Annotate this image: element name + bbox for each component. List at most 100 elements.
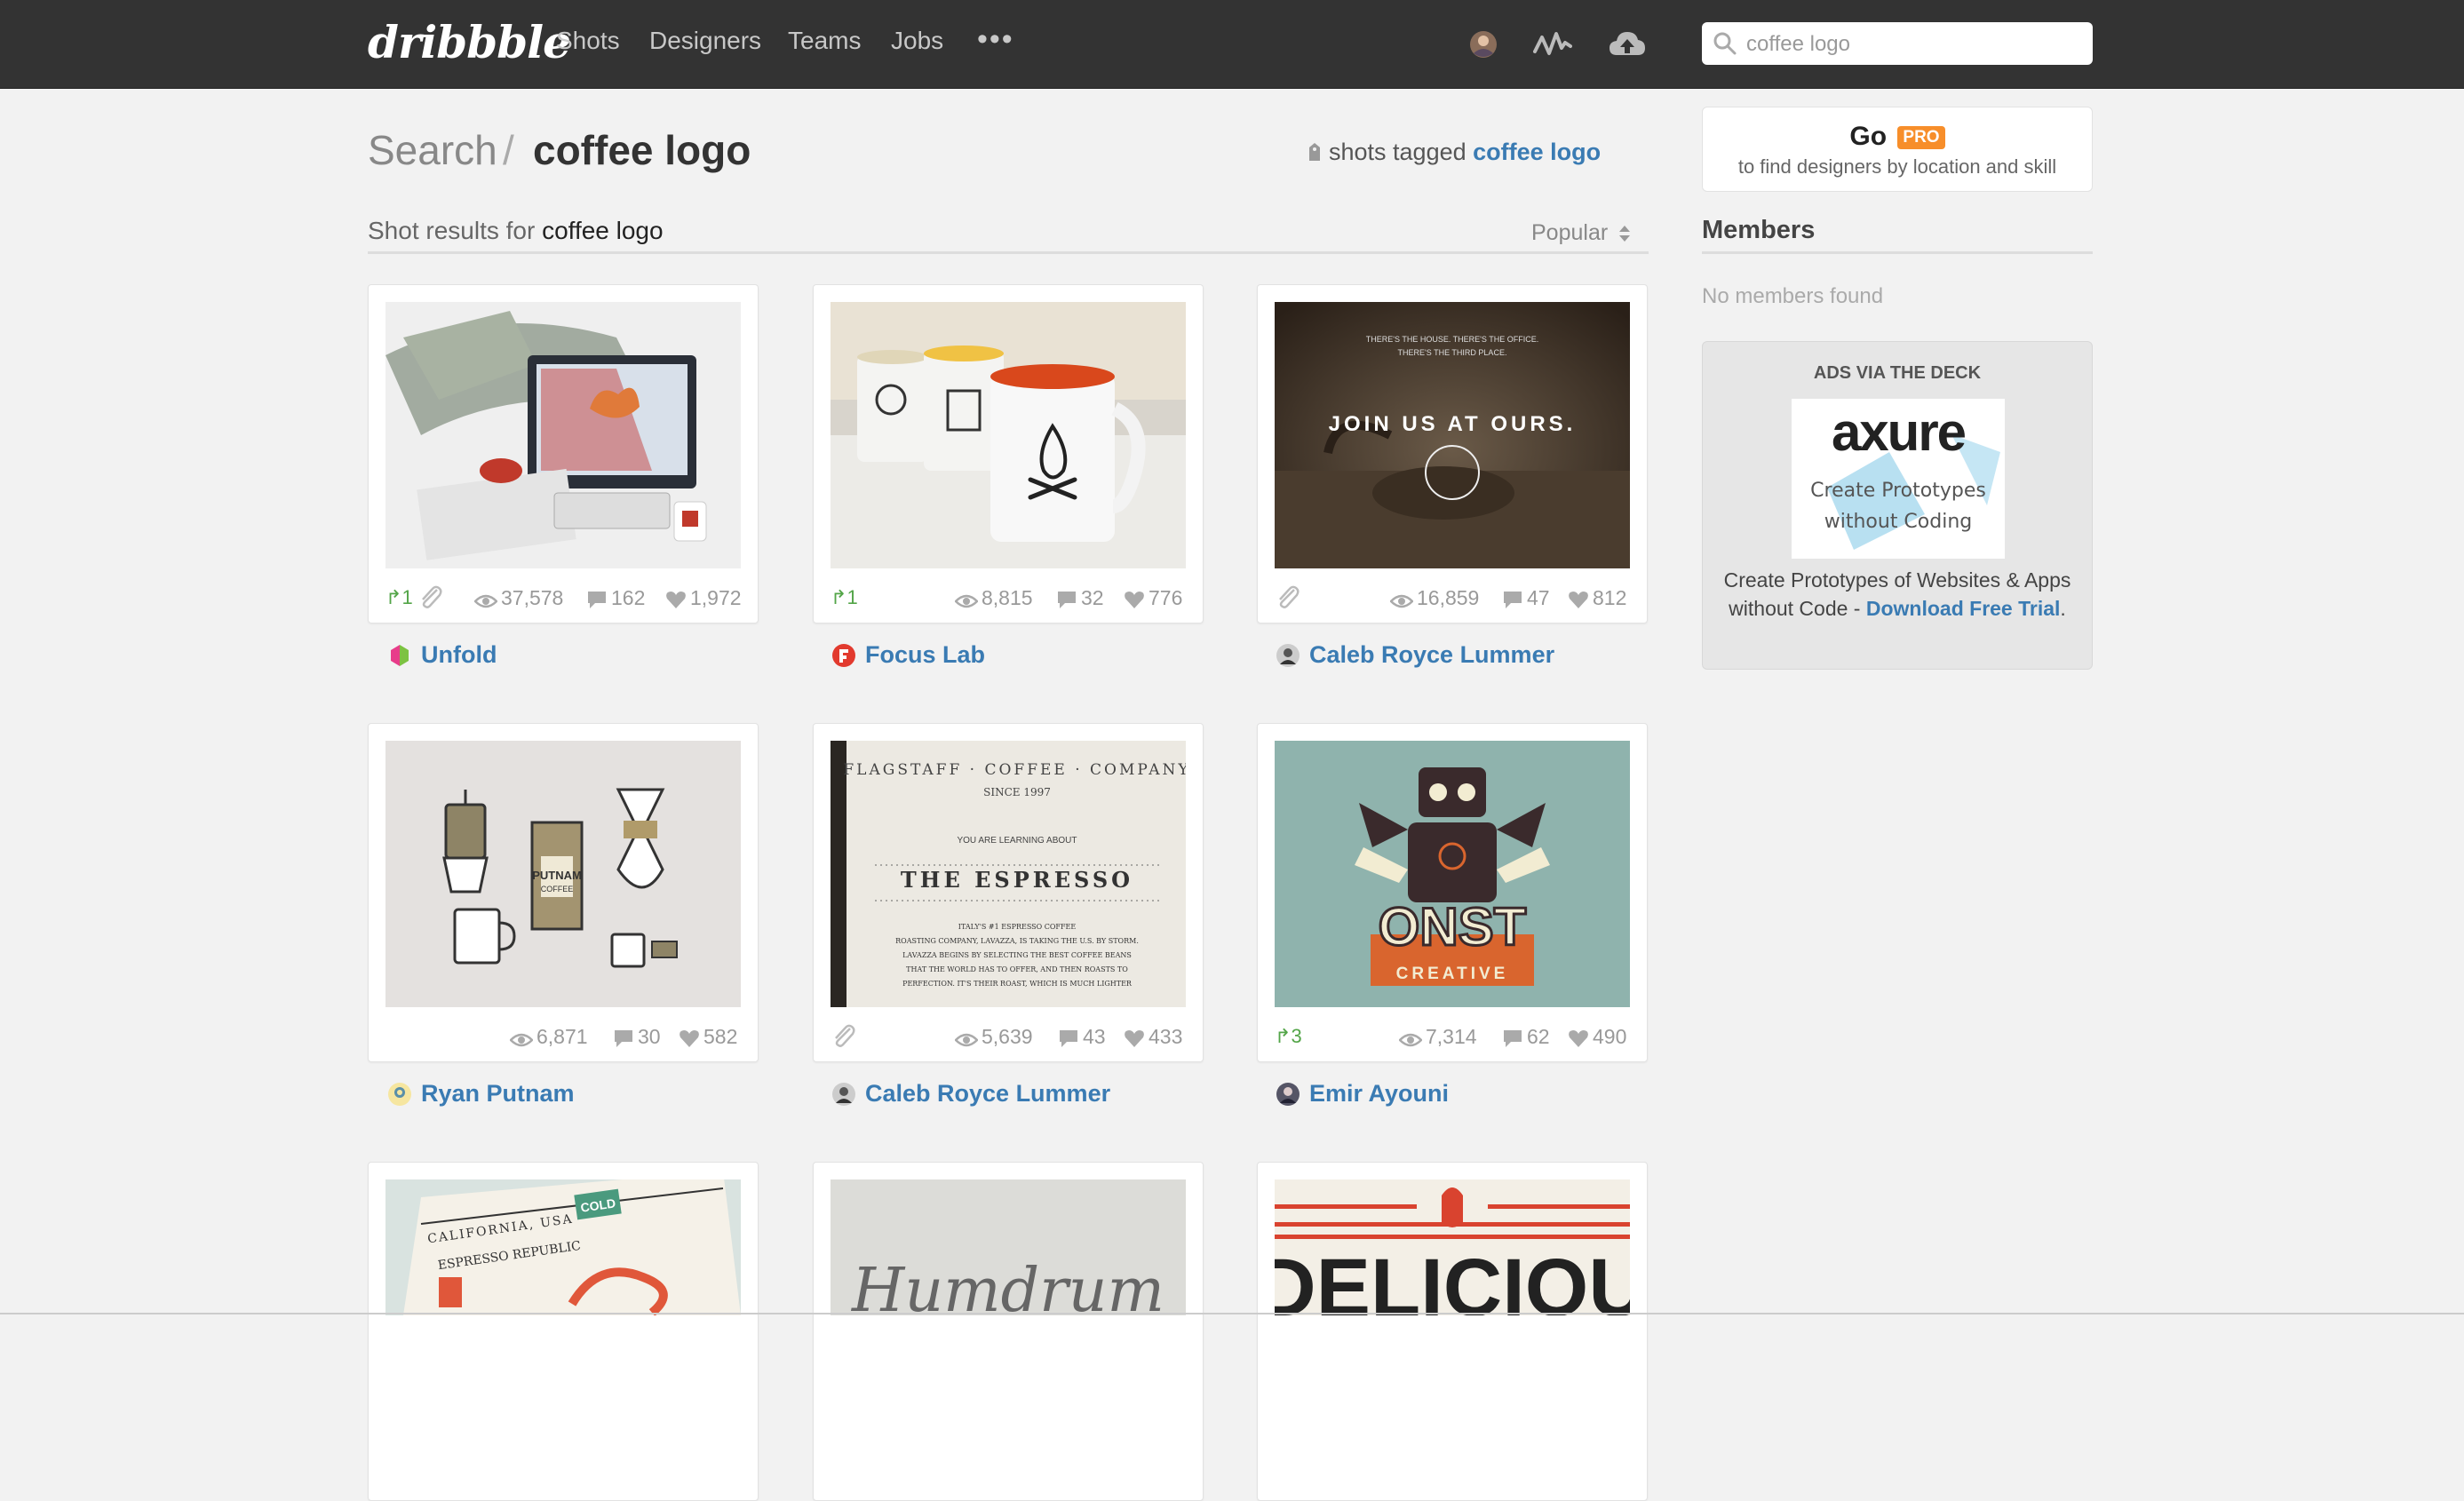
shot-card[interactable]: PUTNAM COFFEE 6,871 30 582 [368, 723, 759, 1062]
search-box[interactable] [1702, 22, 2093, 65]
player-link[interactable]: Unfold [387, 641, 497, 669]
player-link[interactable]: Caleb Royce Lummer [1276, 641, 1554, 669]
shot-thumbnail[interactable]: FLAGSTAFF · COFFEE · COMPANY SINCE 1997 … [831, 741, 1186, 1007]
player-link[interactable]: Ryan Putnam [387, 1080, 575, 1108]
nav-jobs[interactable]: Jobs [891, 27, 943, 55]
sort-dropdown[interactable]: Popular [1531, 220, 1633, 246]
views-count: 7,314 [1398, 1025, 1477, 1049]
focus-lab-logo-icon [832, 644, 855, 667]
views-count: 5,639 [954, 1025, 1033, 1049]
player-link[interactable]: Emir Ayouni [1276, 1080, 1449, 1108]
comments-count[interactable]: 162 [586, 586, 645, 610]
shot-card[interactable]: THERE'S THE HOUSE. THERE'S THE OFFICE. T… [1257, 284, 1648, 623]
rebound-count[interactable]: ↱1 [385, 586, 413, 609]
attachment-icon[interactable] [417, 584, 444, 609]
ad-image[interactable]: axure Create Prototypes without Coding [1792, 399, 2005, 559]
shot-thumbnail[interactable] [831, 302, 1186, 568]
rebound-count[interactable]: ↱1 [831, 586, 858, 609]
members-heading: Members [1702, 216, 1816, 244]
player-name: Ryan Putnam [421, 1080, 575, 1107]
shot-stats: ↱3 7,314 62 490 [1275, 1021, 1630, 1057]
comments-count[interactable]: 30 [613, 1025, 661, 1049]
unfold-logo-icon [391, 645, 409, 666]
comments-count[interactable]: 43 [1058, 1025, 1106, 1049]
shot-stats: ↱1 37,578 162 1,972 [385, 583, 742, 618]
breadcrumb-search[interactable]: Search [368, 126, 497, 174]
player-link[interactable]: Caleb Royce Lummer [831, 1080, 1110, 1108]
shot-stats: 6,871 30 582 [385, 1021, 741, 1057]
likes-count[interactable]: 776 [1124, 586, 1182, 610]
download-free-trial-link[interactable]: Download Free Trial [1866, 597, 2061, 620]
comment-icon [615, 1030, 632, 1047]
shot-thumbnail[interactable]: ONST CREATIVE [1275, 741, 1630, 1007]
search-input[interactable] [1745, 28, 2086, 61]
tagged-link-row: shots tagged coffee logo [1308, 139, 1601, 166]
heart-icon [666, 592, 686, 608]
shot-card[interactable]: ONST CREATIVE ↱3 7,314 62 490 [1257, 723, 1648, 1062]
user-avatar-icon[interactable] [1464, 25, 1503, 64]
go-label: Go [1849, 122, 1888, 151]
svg-text:Humdrum: Humdrum [850, 1256, 1164, 1315]
shot-thumbnail[interactable]: PUTNAM COFFEE [385, 741, 741, 1007]
tag-icon [1309, 143, 1320, 161]
shot-thumbnail[interactable] [385, 302, 741, 568]
avatar-icon [832, 1083, 855, 1106]
results-prefix: Shot results for [368, 217, 536, 244]
shot-card[interactable]: ↱1 8,815 32 776 [813, 284, 1204, 623]
more-menu-icon[interactable]: ••• [977, 22, 1014, 57]
breadcrumb-separator: / [503, 127, 514, 173]
svg-text:LAVAZZA BEGINS BY SELECTING TH: LAVAZZA BEGINS BY SELECTING THE BEST COF… [902, 951, 1132, 959]
shot-thumbnail[interactable]: COLD CALIFORNIA, USA ESPRESSO REPUBLIC [385, 1179, 741, 1315]
attachment-icon[interactable] [1275, 584, 1301, 609]
shot-card[interactable]: ↱1 37,578 162 1,972 [368, 284, 759, 623]
likes-count[interactable]: 812 [1568, 586, 1626, 610]
activity-icon[interactable] [1533, 25, 1572, 64]
shot-thumbnail[interactable]: DELICIOU [1275, 1179, 1630, 1315]
likes-count[interactable]: 582 [679, 1025, 737, 1049]
nav-teams[interactable]: Teams [788, 27, 861, 55]
espresso-letterpress-icon: FLAGSTAFF · COFFEE · COMPANY SINCE 1997 … [831, 741, 1186, 1007]
attachment-icon[interactable] [831, 1023, 857, 1048]
top-navigation-bar: dribbble Shots Designers Teams Jobs ••• [0, 0, 2464, 89]
svg-text:DELICIOU: DELICIOU [1275, 1243, 1630, 1315]
svg-text:JOIN US AT OURS.: JOIN US AT OURS. [1329, 412, 1577, 436]
coffee-label-photo-icon: COLD CALIFORNIA, USA ESPRESSO REPUBLIC [385, 1179, 741, 1315]
svg-text:SINCE 1997: SINCE 1997 [983, 786, 1051, 798]
player-name: Unfold [421, 641, 497, 668]
views-count: 16,859 [1389, 586, 1479, 610]
nav-shots[interactable]: Shots [556, 27, 620, 55]
upload-cloud-icon[interactable] [1608, 25, 1647, 64]
shot-card[interactable]: FLAGSTAFF · COFFEE · COMPANY SINCE 1997 … [813, 723, 1204, 1062]
avatar-icon [1276, 644, 1300, 667]
campfire-mug-photo-icon [831, 302, 1186, 568]
shot-card[interactable]: Humdrum [813, 1162, 1204, 1501]
go-pro-banner[interactable]: Go PRO to find designers by location and… [1702, 107, 2093, 192]
player-link[interactable]: Focus Lab [831, 641, 985, 669]
shot-thumbnail[interactable]: Humdrum [831, 1179, 1186, 1315]
rebound-count[interactable]: ↱3 [1275, 1025, 1302, 1048]
comments-count[interactable]: 32 [1056, 586, 1104, 610]
svg-text:ONST: ONST [1379, 897, 1527, 957]
dribbble-logo[interactable]: dribbble [368, 16, 571, 68]
nav-designers[interactable]: Designers [649, 27, 761, 55]
eye-icon [473, 594, 498, 608]
comments-count[interactable]: 47 [1502, 586, 1550, 610]
svg-text:YOU ARE LEARNING ABOUT: YOU ARE LEARNING ABOUT [957, 836, 1077, 846]
comments-count[interactable]: 62 [1502, 1025, 1550, 1049]
player-name: Emir Ayouni [1309, 1080, 1450, 1107]
likes-count[interactable]: 433 [1124, 1025, 1182, 1049]
comment-icon [1504, 592, 1522, 608]
likes-count[interactable]: 490 [1568, 1025, 1626, 1049]
svg-text:COFFEE: COFFEE [541, 885, 574, 893]
eye-icon [1398, 1033, 1423, 1047]
go-pro-subtitle: to find designers by location and skill [1737, 155, 2057, 178]
player-name: Caleb Royce Lummer [1309, 641, 1555, 668]
tagged-term-link[interactable]: coffee logo [1473, 139, 1601, 165]
shot-thumbnail[interactable]: THERE'S THE HOUSE. THERE'S THE OFFICE. T… [1275, 302, 1630, 568]
shot-card[interactable]: COLD CALIFORNIA, USA ESPRESSO REPUBLIC [368, 1162, 759, 1501]
results-divider [368, 251, 1649, 254]
members-divider [1702, 251, 2093, 254]
likes-count[interactable]: 1,972 [665, 586, 742, 610]
shot-card[interactable]: DELICIOU [1257, 1162, 1648, 1501]
views-count: 37,578 [473, 586, 563, 610]
